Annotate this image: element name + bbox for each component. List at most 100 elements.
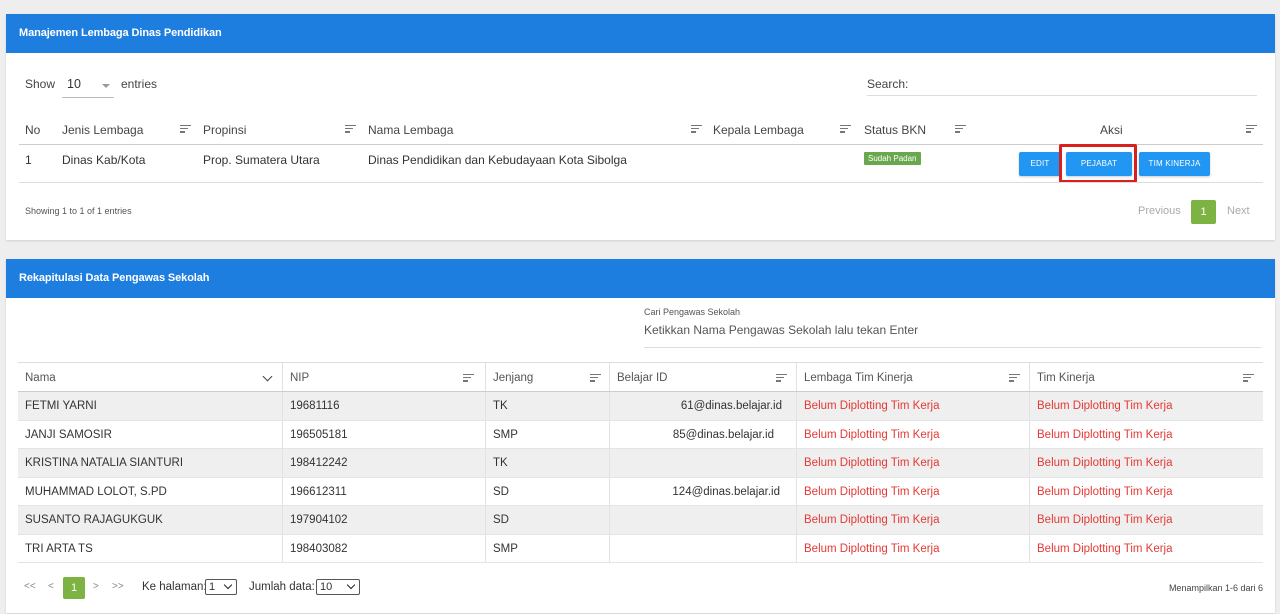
pengawas-search-input[interactable]: Ketikkan Nama Pengawas Sekolah lalu teka… [644,323,918,337]
cell-tim: Belum Diplotting Tim Kerja [1029,420,1263,448]
cell-lembaga: Belum Diplotting Tim Kerja [796,420,1029,448]
cell-belajar-id: 124@dinas.belajar.id [609,477,796,505]
table-row[interactable]: TRI ARTA TS 198403082 SMP Belum Diplotti… [18,534,1263,563]
cell-nip: 197904102 [282,506,485,534]
sort-icon[interactable] [1009,374,1020,382]
sort-icon[interactable] [840,125,851,133]
caret-down-icon [102,84,110,88]
jumlah-label: Jumlah data: [249,581,315,593]
cell-nip: 198412242 [282,449,485,477]
sort-icon[interactable] [1243,374,1254,382]
col-nama-lembaga[interactable]: Nama Lembaga [368,123,453,137]
highlight-box [1059,144,1137,183]
table-row[interactable]: KRISTINA NATALIA SIANTURI 198412242 TK B… [18,449,1263,478]
col-nama[interactable]: Nama [18,363,282,391]
sort-icon[interactable] [691,125,702,133]
col-status-bkn[interactable]: Status BKN [864,123,926,137]
pengawas-card: Rekapitulasi Data Pengawas Sekolah Cari … [6,259,1275,613]
cell-lembaga: Belum Diplotting Tim Kerja [796,534,1029,562]
chevron-down-icon [223,580,233,590]
col-belajar-id[interactable]: Belajar ID [609,363,796,391]
entries-select[interactable]: 10 [62,72,114,98]
next-page-button[interactable]: > [93,581,99,592]
chevron-down-icon [346,580,356,590]
prev-page-button[interactable]: < [48,581,54,592]
col-tim-kinerja[interactable]: Tim Kinerja [1029,363,1263,391]
chevron-down-icon[interactable] [262,371,273,382]
cell-belajar-id [609,506,796,534]
col-no[interactable]: No [25,123,40,137]
sort-icon[interactable] [955,125,966,133]
status-badge: Sudah Padan [864,152,921,165]
sort-icon[interactable] [463,374,474,382]
tim-kinerja-button[interactable]: TIM KINERJA [1139,152,1210,176]
cell-jenjang: SMP [485,420,609,448]
col-belajar-id-label: Belajar ID [617,372,668,384]
lembaga-card: Manajemen Lembaga Dinas Pendidikan Show … [6,14,1275,240]
cell-tim: Belum Diplotting Tim Kerja [1029,506,1263,534]
cell-belajar-id [609,449,796,477]
cell-nama: FETMI YARNI [25,400,97,412]
cell-propinsi: Prop. Sumatera Utara [203,153,320,167]
table-header: Nama NIP Jenjang Belajar ID Lembaga Tim … [18,362,1263,392]
cell-nip: 196612311 [282,477,485,505]
cell-tim: Belum Diplotting Tim Kerja [1029,392,1263,420]
halaman-label: Ke halaman: [142,581,207,593]
cell-nip: 196505181 [282,420,485,448]
cell-lembaga: Belum Diplotting Tim Kerja [796,506,1029,534]
cell-no: 1 [25,153,32,167]
table-row[interactable]: SUSANTO RAJAGUKGUK 197904102 SD Belum Di… [18,506,1263,535]
cell-jenis: Dinas Kab/Kota [62,153,146,167]
entries-label: entries [121,77,158,91]
cell-jenjang: TK [485,449,609,477]
cell-lembaga: Belum Diplotting Tim Kerja [796,477,1029,505]
halaman-value: 1 [209,581,216,593]
cell-jenjang: TK [485,392,609,420]
sort-icon[interactable] [1246,125,1257,133]
col-aksi[interactable]: Aksi [1100,123,1123,137]
cell-nama: TRI ARTA TS [25,542,93,555]
sort-icon[interactable] [590,374,601,382]
col-jenjang[interactable]: Jenjang [485,363,609,391]
col-propinsi[interactable]: Propinsi [203,123,246,137]
search-caption: Cari Pengawas Sekolah [644,307,741,317]
jumlah-select[interactable]: 10 [316,579,360,595]
cell-tim: Belum Diplotting Tim Kerja [1029,449,1263,477]
sort-icon[interactable] [776,374,787,382]
col-nama-label: Nama [25,372,56,384]
col-lembaga-tim-kinerja[interactable]: Lembaga Tim Kinerja [796,363,1029,391]
col-nip-label: NIP [290,372,310,384]
col-kepala-lembaga[interactable]: Kepala Lembaga [713,123,804,137]
sort-icon[interactable] [345,125,356,133]
halaman-select[interactable]: 1 [205,579,237,595]
col-jenjang-label: Jenjang [493,372,534,384]
entries-value: 10 [67,77,81,91]
search-input[interactable] [867,95,1257,96]
cell-tim: Belum Diplotting Tim Kerja [1029,534,1263,562]
divider [19,182,1263,183]
table-row[interactable]: JANJI SAMOSIR 196505181 SMP 85@dinas.bel… [18,420,1263,449]
page-1-button[interactable]: 1 [63,577,85,599]
cell-nama: KRISTINA NATALIA SIANTURI [25,457,184,469]
cell-jenjang: SD [485,506,609,534]
sort-icon[interactable] [180,125,191,133]
cell-nama: Dinas Pendidikan dan Kebudayaan Kota Sib… [368,153,627,167]
pagination-info: Menampilkan 1-6 dari 6 [1168,583,1263,593]
page-1-button[interactable]: 1 [1191,200,1216,224]
table-row[interactable]: MUHAMMAD LOLOT, S.PD 196612311 SD 124@di… [18,477,1263,506]
edit-button[interactable]: EDIT [1019,152,1061,176]
col-nip[interactable]: NIP [282,363,485,391]
cell-nip: 198403082 [282,534,485,562]
cell-nip: 19681116 [282,392,485,420]
col-tim-label: Tim Kinerja [1037,372,1095,384]
table-row[interactable]: FETMI YARNI 19681116 TK 61@dinas.belajar… [18,392,1263,421]
pengawas-card-title: Rekapitulasi Data Pengawas Sekolah [6,259,1275,298]
show-label: Show [25,77,56,91]
last-page-button[interactable]: >> [112,581,124,592]
col-jenis-lembaga[interactable]: Jenis Lembaga [62,123,143,137]
previous-button[interactable]: Previous [1138,205,1181,217]
cell-jenjang: SMP [485,534,609,562]
first-page-button[interactable]: << [24,581,36,592]
cell-lembaga: Belum Diplotting Tim Kerja [796,392,1029,420]
next-button[interactable]: Next [1227,205,1250,217]
